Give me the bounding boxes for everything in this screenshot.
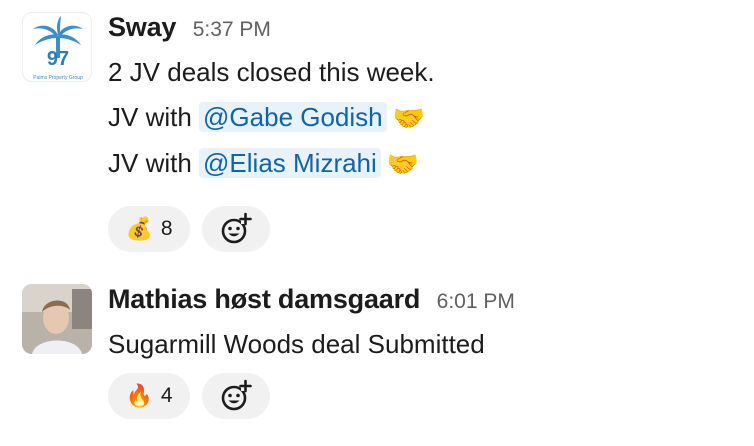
reaction-money-bag[interactable]: 💰 8 [108, 206, 190, 252]
fire-icon: 🔥 [125, 383, 153, 408]
message-text: 2 JV deals closed this week. [108, 55, 744, 89]
message-2: Mathias høst damsgaard 6:01 PM Sugarmill… [0, 270, 754, 446]
timestamp[interactable]: 5:37 PM [193, 18, 271, 41]
avatar-subtext: Palms Property Group [33, 75, 83, 81]
add-reaction-button[interactable] [202, 206, 270, 252]
message-line-jv-2: JV with @Elias Mizrahi 🤝 [108, 146, 744, 181]
reaction-count: 4 [160, 384, 173, 407]
handshake-icon: 🤝 [392, 103, 426, 133]
handshake-icon: 🤝 [386, 149, 420, 179]
reaction-fire[interactable]: 🔥 4 [108, 373, 190, 419]
avatar[interactable]: 97 Palms Property Group [22, 12, 92, 82]
avatar-number: 97 [47, 48, 69, 70]
sender-name[interactable]: Mathias høst damsgaard [108, 284, 420, 314]
add-emoji-icon [221, 379, 252, 411]
reaction-count: 8 [160, 217, 173, 240]
message-line: 2 JV deals closed this week. [108, 57, 435, 87]
message-header: Mathias høst damsgaard 6:01 PM [108, 284, 744, 318]
mention-gabe-godish[interactable]: @Gabe Godish [199, 102, 387, 132]
add-emoji-icon [221, 212, 252, 244]
add-reaction-button[interactable] [202, 373, 270, 419]
avatar[interactable] [22, 284, 92, 354]
user-photo-avatar [22, 284, 92, 354]
line-prefix: JV with [108, 148, 200, 178]
reaction-bar: 🔥 4 [108, 373, 270, 419]
message-line: Sugarmill Woods deal Submitted [108, 329, 485, 359]
palm-tree-icon: 97 Palms Property Group [33, 16, 83, 81]
message-line-jv-1: JV with @Gabe Godish 🤝 [108, 100, 744, 135]
sender-name[interactable]: Sway [108, 12, 176, 42]
message-1: 97 Palms Property Group Sway 5:37 PM 2 J… [0, 0, 754, 260]
money-bag-icon: 💰 [125, 216, 153, 241]
mention-elias-mizrahi[interactable]: @Elias Mizrahi [199, 148, 381, 178]
reaction-bar: 💰 8 [108, 206, 270, 252]
message-header: Sway 5:37 PM [108, 12, 744, 46]
timestamp[interactable]: 6:01 PM [437, 290, 515, 313]
line-prefix: JV with [108, 102, 200, 132]
message-text: Sugarmill Woods deal Submitted [108, 327, 744, 361]
